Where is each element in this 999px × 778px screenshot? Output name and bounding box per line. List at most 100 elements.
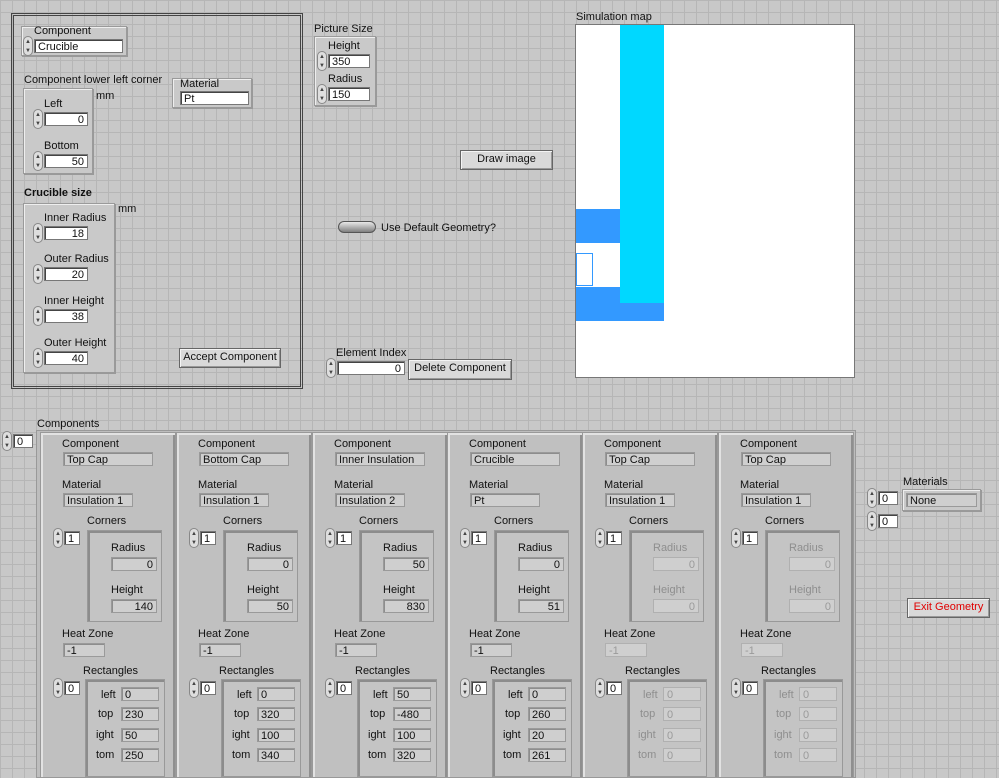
card-left-field[interactable]: 0 (121, 687, 159, 701)
card-top-field[interactable]: 0 (663, 707, 701, 721)
card-right-field[interactable]: 20 (528, 728, 566, 742)
card-right-field[interactable]: 0 (663, 728, 701, 742)
card-left-field[interactable]: 50 (393, 687, 431, 701)
outer-radius-field[interactable]: 20 (44, 267, 88, 281)
element-index-field[interactable]: 0 (337, 361, 405, 375)
card-heat-zone-field[interactable]: -1 (199, 643, 241, 657)
card-rectangles-index[interactable]: 0 (64, 681, 80, 695)
card-corners-spinner[interactable]: ▲ ▼ (189, 528, 199, 548)
card-rectangles-index[interactable]: 0 (606, 681, 622, 695)
card-component-field[interactable]: Crucible (470, 452, 560, 466)
component-field[interactable]: Crucible (34, 39, 123, 53)
components-index-field[interactable]: 0 (13, 434, 33, 448)
card-heat-zone-field[interactable]: -1 (335, 643, 377, 657)
materials-index-a-spinner[interactable]: ▲ ▼ (867, 488, 877, 508)
materials-index-a-field[interactable]: 0 (878, 491, 898, 505)
card-height-field[interactable]: 0 (653, 599, 699, 613)
inner-height-spinner[interactable]: ▲ ▼ (33, 306, 43, 326)
card-corners-index[interactable]: 1 (471, 531, 487, 545)
card-left-field[interactable]: 0 (257, 687, 295, 701)
card-heat-zone-field[interactable]: -1 (63, 643, 105, 657)
card-corners-index[interactable]: 1 (336, 531, 352, 545)
card-height-field[interactable]: 140 (111, 599, 157, 613)
card-top-field[interactable]: 0 (799, 707, 837, 721)
outer-height-spinner[interactable]: ▲ ▼ (33, 348, 43, 368)
card-component-field[interactable]: Top Cap (605, 452, 695, 466)
card-right-field[interactable]: 50 (121, 728, 159, 742)
card-left-field[interactable]: 0 (663, 687, 701, 701)
card-right-field[interactable]: 0 (799, 728, 837, 742)
card-heat-zone-field[interactable]: -1 (605, 643, 647, 657)
card-rectangles-index[interactable]: 0 (336, 681, 352, 695)
card-corners-spinner[interactable]: ▲ ▼ (595, 528, 605, 548)
picture-height-spinner[interactable]: ▲ ▼ (317, 51, 327, 71)
picture-height-field[interactable]: 350 (328, 54, 370, 68)
card-top-field[interactable]: 260 (528, 707, 566, 721)
inner-radius-field[interactable]: 18 (44, 226, 88, 240)
card-height-field[interactable]: 50 (247, 599, 293, 613)
card-rectangles-spinner[interactable]: ▲ ▼ (189, 678, 199, 698)
card-rectangles-spinner[interactable]: ▲ ▼ (731, 678, 741, 698)
card-height-field[interactable]: 51 (518, 599, 564, 613)
card-radius-field[interactable]: 0 (789, 557, 835, 571)
card-rectangles-index[interactable]: 0 (200, 681, 216, 695)
card-right-field[interactable]: 100 (257, 728, 295, 742)
card-component-field[interactable]: Bottom Cap (199, 452, 289, 466)
card-radius-field[interactable]: 0 (111, 557, 157, 571)
card-component-field[interactable]: Top Cap (741, 452, 831, 466)
card-heat-zone-field[interactable]: -1 (470, 643, 512, 657)
card-top-field[interactable]: 230 (121, 707, 159, 721)
card-material-field[interactable]: Insulation 2 (335, 493, 405, 507)
card-corners-spinner[interactable]: ▲ ▼ (460, 528, 470, 548)
card-left-field[interactable]: 0 (799, 687, 837, 701)
card-rectangles-spinner[interactable]: ▲ ▼ (595, 678, 605, 698)
picture-radius-spinner[interactable]: ▲ ▼ (317, 84, 327, 104)
inner-height-field[interactable]: 38 (44, 309, 88, 323)
element-index-spinner[interactable]: ▲ ▼ (326, 358, 336, 378)
card-rectangles-spinner[interactable]: ▲ ▼ (460, 678, 470, 698)
inner-radius-spinner[interactable]: ▲ ▼ (33, 223, 43, 243)
draw-image-button[interactable]: Draw image (460, 150, 553, 170)
exit-geometry-button[interactable]: Exit Geometry (907, 598, 990, 618)
card-left-field[interactable]: 0 (528, 687, 566, 701)
card-corners-index[interactable]: 1 (200, 531, 216, 545)
card-radius-field[interactable]: 50 (383, 557, 429, 571)
card-component-field[interactable]: Top Cap (63, 452, 153, 466)
outer-height-field[interactable]: 40 (44, 351, 88, 365)
card-component-field[interactable]: Inner Insulation (335, 452, 425, 466)
component-spinner[interactable]: ▲ ▼ (23, 36, 33, 56)
card-bottom-field[interactable]: 320 (393, 748, 431, 762)
card-material-field[interactable]: Insulation 1 (741, 493, 811, 507)
left-spinner[interactable]: ▲ ▼ (33, 109, 43, 129)
card-top-field[interactable]: -480 (393, 707, 431, 721)
bottom-spinner[interactable]: ▲ ▼ (33, 151, 43, 171)
card-bottom-field[interactable]: 340 (257, 748, 295, 762)
card-corners-spinner[interactable]: ▲ ▼ (731, 528, 741, 548)
picture-radius-field[interactable]: 150 (328, 87, 370, 101)
card-corners-index[interactable]: 1 (742, 531, 758, 545)
default-geometry-toggle[interactable] (338, 221, 376, 233)
material-field[interactable]: Pt (180, 91, 249, 105)
components-index-spinner[interactable]: ▲ ▼ (2, 431, 12, 451)
card-heat-zone-field[interactable]: -1 (741, 643, 783, 657)
outer-radius-spinner[interactable]: ▲ ▼ (33, 264, 43, 284)
card-corners-index[interactable]: 1 (606, 531, 622, 545)
card-corners-spinner[interactable]: ▲ ▼ (53, 528, 63, 548)
card-corners-spinner[interactable]: ▲ ▼ (325, 528, 335, 548)
card-top-field[interactable]: 320 (257, 707, 295, 721)
card-rectangles-spinner[interactable]: ▲ ▼ (53, 678, 63, 698)
card-bottom-field[interactable]: 0 (799, 748, 837, 762)
card-radius-field[interactable]: 0 (653, 557, 699, 571)
card-rectangles-spinner[interactable]: ▲ ▼ (325, 678, 335, 698)
card-bottom-field[interactable]: 250 (121, 748, 159, 762)
card-right-field[interactable]: 100 (393, 728, 431, 742)
card-radius-field[interactable]: 0 (518, 557, 564, 571)
card-bottom-field[interactable]: 0 (663, 748, 701, 762)
bottom-field[interactable]: 50 (44, 154, 88, 168)
card-rectangles-index[interactable]: 0 (471, 681, 487, 695)
card-rectangles-index[interactable]: 0 (742, 681, 758, 695)
delete-component-button[interactable]: Delete Component (408, 359, 512, 380)
left-field[interactable]: 0 (44, 112, 88, 126)
materials-index-b-field[interactable]: 0 (878, 514, 898, 528)
card-material-field[interactable]: Insulation 1 (199, 493, 269, 507)
